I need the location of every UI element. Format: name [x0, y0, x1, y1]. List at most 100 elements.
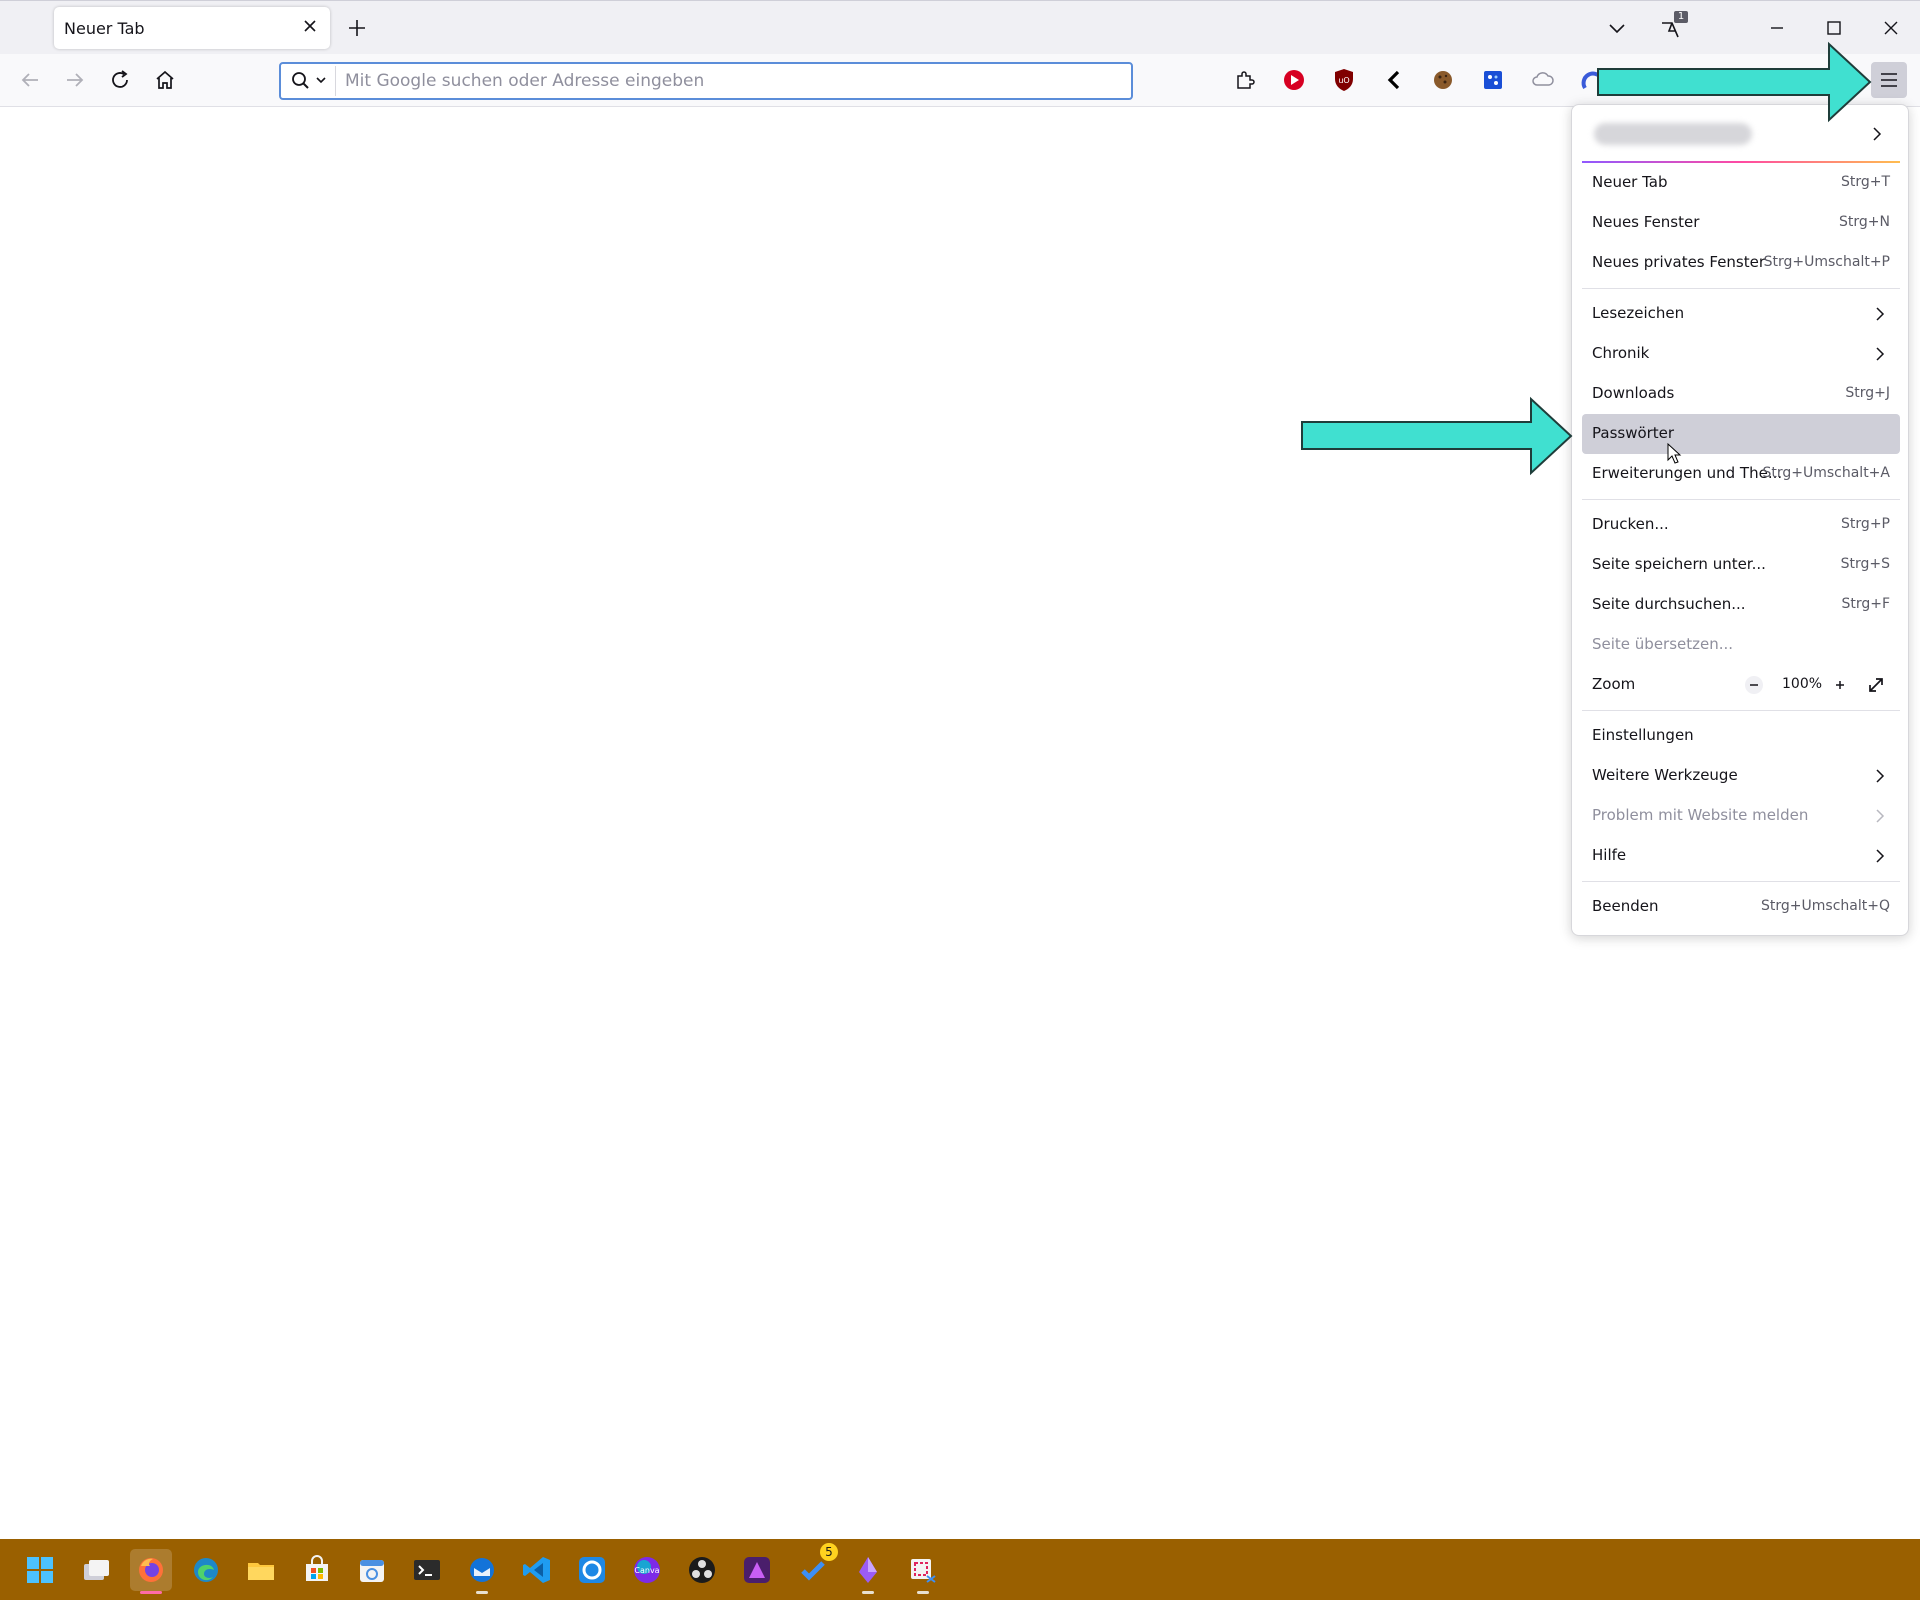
menu-item-history[interactable]: Chronik: [1582, 334, 1900, 374]
menu-item-label: Zoom: [1592, 675, 1636, 693]
ublock-origin-icon[interactable]: uO: [1330, 66, 1358, 94]
url-bar[interactable]: [279, 62, 1133, 100]
menu-item-help[interactable]: Hilfe: [1582, 836, 1900, 876]
menu-item-quit[interactable]: Beenden Strg+Umschalt+Q: [1582, 887, 1900, 927]
minimize-button[interactable]: [1762, 13, 1792, 43]
menu-item-new-private-window[interactable]: Neues privates Fenster Strg+Umschalt+P: [1582, 243, 1900, 283]
chevron-right-icon: [1870, 766, 1890, 786]
menu-item-label: Seite durchsuchen...: [1592, 595, 1746, 613]
menu-item-label: Erweiterungen und The...: [1592, 464, 1783, 482]
menu-item-label: Downloads: [1592, 384, 1675, 402]
menu-item-new-window[interactable]: Neues Fenster Strg+N: [1582, 203, 1900, 243]
canva-icon[interactable]: Canva: [626, 1549, 668, 1591]
menu-item-more-tools[interactable]: Weitere Werkzeuge: [1582, 756, 1900, 796]
menu-item-label: Seite speichern unter...: [1592, 555, 1766, 573]
reload-button[interactable]: [104, 64, 136, 96]
cookie-icon[interactable]: [1429, 66, 1457, 94]
obs-icon[interactable]: [681, 1549, 723, 1591]
fullscreen-icon[interactable]: [1864, 673, 1888, 697]
menu-item-label: Beenden: [1592, 897, 1659, 915]
account-item[interactable]: [1582, 109, 1900, 161]
running-indicator: [917, 1591, 929, 1594]
tab-bar: Neuer Tab 1: [0, 0, 1920, 55]
close-icon[interactable]: [300, 16, 320, 36]
menu-item-shortcut: Strg+P: [1841, 516, 1890, 532]
forward-button[interactable]: [59, 64, 91, 96]
sync-app-icon[interactable]: [571, 1549, 613, 1591]
address-input[interactable]: [345, 64, 1115, 98]
tab-title: Neuer Tab: [64, 19, 145, 38]
menu-item-label: Hilfe: [1592, 846, 1627, 864]
affinity-photo-icon[interactable]: [736, 1549, 778, 1591]
menu-item-addons-themes[interactable]: Erweiterungen und The... Strg+Umschalt+A: [1582, 454, 1900, 494]
extensions-icon[interactable]: [1231, 66, 1259, 94]
windows-taskbar: Canva 5: [0, 1539, 1920, 1600]
thunderbird-icon[interactable]: [461, 1549, 503, 1594]
menu-item-label: Seite übersetzen...: [1592, 635, 1734, 653]
menu-item-label: Weitere Werkzeuge: [1592, 766, 1738, 784]
search-engine-selector[interactable]: [283, 66, 336, 96]
tab-count-badge: 1: [1674, 11, 1688, 23]
chevron-right-icon: [1870, 344, 1890, 364]
menu-item-downloads[interactable]: Downloads Strg+J: [1582, 374, 1900, 414]
blue-arc-icon[interactable]: [1579, 66, 1607, 94]
tab-neuer-tab[interactable]: Neuer Tab: [54, 7, 330, 49]
chevron-right-icon: [1870, 846, 1890, 866]
todo-icon[interactable]: 5: [792, 1543, 838, 1591]
menu-item-shortcut: Strg+F: [1841, 596, 1890, 612]
menu-item-label: Neues privates Fenster: [1592, 253, 1766, 271]
menu-item-label: Chronik: [1592, 344, 1650, 362]
cloud-icon[interactable]: [1529, 66, 1557, 94]
zoom-level[interactable]: 100%: [1782, 676, 1822, 692]
menu-separator: [1582, 499, 1900, 500]
calendar-icon[interactable]: [351, 1549, 393, 1591]
video-player-icon[interactable]: [1280, 66, 1308, 94]
menu-item-label: Einstellungen: [1592, 726, 1694, 744]
menu-item-print[interactable]: Drucken... Strg+P: [1582, 505, 1900, 545]
svg-text:Canva: Canva: [634, 1566, 659, 1575]
menu-separator: [1582, 710, 1900, 711]
menu-item-report-site-issue: Problem mit Website melden: [1582, 796, 1900, 836]
menu-separator: [1582, 288, 1900, 289]
running-indicator: [476, 1591, 488, 1594]
zoom-out-button[interactable]: [1742, 673, 1766, 697]
file-explorer-icon[interactable]: [240, 1549, 282, 1591]
menu-item-passwords[interactable]: Passwörter: [1582, 414, 1900, 454]
firefox-view-button[interactable]: 1: [1657, 11, 1688, 43]
application-menu: Neuer Tab Strg+T Neues Fenster Strg+N Ne…: [1571, 104, 1909, 936]
back-button[interactable]: [14, 64, 46, 96]
home-button[interactable]: [149, 64, 181, 96]
menu-item-save-page[interactable]: Seite speichern unter... Strg+S: [1582, 545, 1900, 585]
vscode-icon[interactable]: [516, 1549, 558, 1591]
firefox-icon[interactable]: [130, 1549, 172, 1594]
microsoft-store-icon[interactable]: [296, 1549, 338, 1591]
menu-item-settings[interactable]: Einstellungen: [1582, 716, 1900, 756]
bitwarden-icon[interactable]: [1479, 66, 1507, 94]
menu-item-bookmarks[interactable]: Lesezeichen: [1582, 294, 1900, 334]
menu-item-find-in-page[interactable]: Seite durchsuchen... Strg+F: [1582, 585, 1900, 625]
purple-app-icon[interactable]: [847, 1549, 889, 1594]
menu-item-label: Lesezeichen: [1592, 304, 1685, 322]
chevron-right-icon: [1870, 806, 1890, 826]
menu-separator: [1582, 881, 1900, 882]
snipping-tool-icon[interactable]: [902, 1549, 944, 1594]
list-all-tabs-button[interactable]: [1602, 13, 1632, 43]
menu-item-label: Passwörter: [1592, 424, 1675, 442]
terminal-icon[interactable]: [406, 1549, 448, 1591]
menu-item-new-tab[interactable]: Neuer Tab Strg+T: [1582, 163, 1900, 203]
zoom-in-button[interactable]: [1828, 673, 1852, 697]
active-indicator: [140, 1591, 162, 1594]
back-chevron-icon[interactable]: [1380, 66, 1408, 94]
menu-item-translate-page: Seite übersetzen...: [1582, 625, 1900, 665]
close-window-button[interactable]: [1876, 13, 1906, 43]
chevron-right-icon: [1866, 123, 1888, 145]
svg-text:uO: uO: [1338, 76, 1349, 85]
task-view-icon[interactable]: [75, 1549, 117, 1591]
navigation-toolbar: uO: [0, 54, 1920, 107]
menu-item-label: Neuer Tab: [1592, 173, 1668, 191]
windows-start-icon[interactable]: [19, 1549, 61, 1591]
edge-icon[interactable]: [185, 1549, 227, 1591]
open-application-menu-button[interactable]: [1871, 62, 1907, 98]
maximize-button[interactable]: [1819, 13, 1849, 43]
new-tab-button[interactable]: [344, 15, 370, 41]
